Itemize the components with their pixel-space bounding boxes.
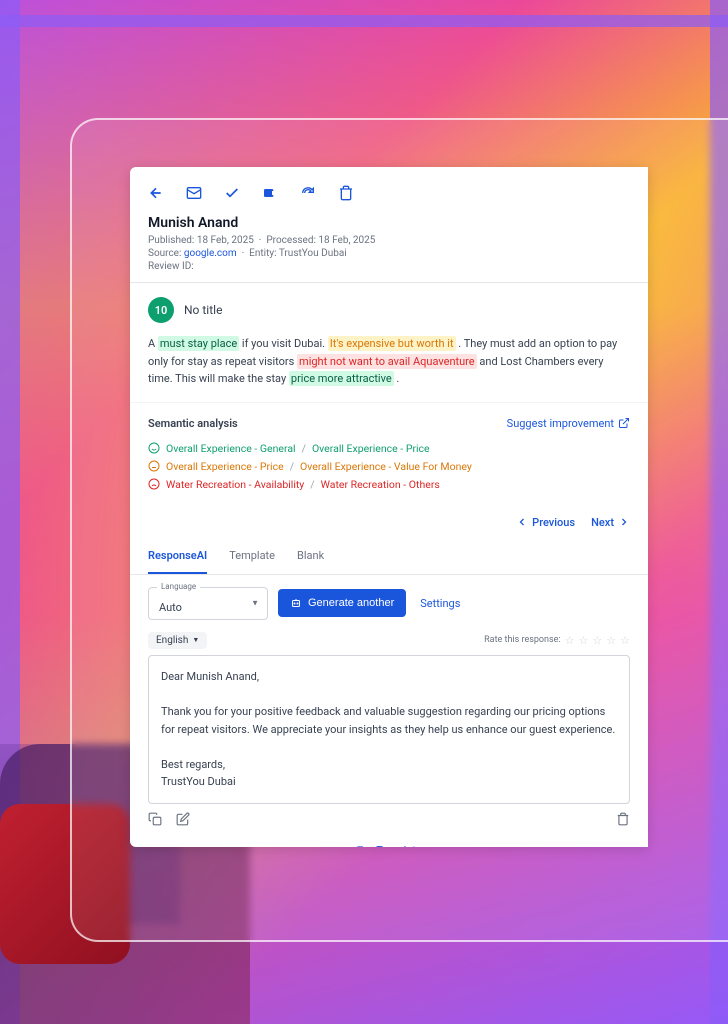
review-card: Munish Anand Published: 18 Feb, 2025 · P… — [130, 167, 648, 847]
previous-button[interactable]: Previous — [516, 516, 575, 529]
toolbar — [130, 167, 648, 215]
response-textarea[interactable]: Dear Munish Anand, Thank you for your po… — [148, 655, 630, 804]
tab-template[interactable]: Template — [229, 539, 275, 574]
review-body: 10 No title A must stay place if you vis… — [130, 283, 648, 402]
share-icon[interactable] — [300, 185, 316, 201]
source-link[interactable]: google.com — [184, 248, 237, 259]
score-row: 10 No title — [148, 297, 630, 323]
next-button[interactable]: Next — [591, 516, 630, 529]
highlight-negative: might not want to avail Aquaventure — [297, 354, 477, 369]
delete-icon[interactable] — [616, 812, 630, 826]
response-actions — [130, 804, 648, 834]
highlight-positive: price more attractive — [289, 371, 394, 386]
tag-icon[interactable] — [262, 185, 278, 201]
review-text: A must stay place if you visit Dubai. It… — [148, 335, 630, 388]
tab-blank[interactable]: Blank — [297, 539, 324, 574]
meh-icon — [148, 460, 160, 472]
review-header: Munish Anand Published: 18 Feb, 2025 · P… — [130, 215, 648, 283]
mail-icon[interactable] — [186, 185, 202, 201]
suggest-improvement-link[interactable]: Suggest improvement — [507, 417, 630, 430]
back-icon[interactable] — [148, 185, 164, 201]
tabs: ResponseAI Template Blank — [130, 539, 648, 575]
action-left — [148, 812, 190, 826]
robot-icon — [290, 597, 302, 609]
semantic-row-negative: Water Recreation - Availability / Water … — [148, 478, 630, 491]
review-title: No title — [184, 303, 222, 317]
external-link-icon — [618, 417, 630, 429]
star-icon[interactable]: ☆ — [565, 634, 575, 647]
language-chip[interactable]: English ▼ — [148, 632, 207, 649]
semantic-title: Semantic analysis — [148, 417, 238, 430]
edit-icon[interactable] — [176, 812, 190, 826]
star-icon[interactable]: ☆ — [579, 634, 589, 647]
reviewer-name: Munish Anand — [148, 215, 630, 231]
frown-icon — [148, 478, 160, 490]
score-badge: 10 — [148, 297, 174, 323]
star-icon[interactable]: ☆ — [606, 634, 616, 647]
star-icon[interactable]: ☆ — [592, 634, 602, 647]
highlight-positive: must stay place — [158, 336, 239, 351]
semantic-analysis: Semantic analysis Suggest improvement Ov… — [130, 402, 648, 506]
language-label: Language — [157, 582, 200, 591]
chevron-down-icon: ▼ — [192, 636, 199, 644]
svg-text:A: A — [359, 846, 362, 847]
copy-icon[interactable] — [148, 812, 162, 826]
semantic-row-neutral: Overall Experience - Price / Overall Exp… — [148, 460, 630, 473]
tab-responseai[interactable]: ResponseAI — [148, 539, 207, 574]
chevron-down-icon: ▼ — [251, 599, 259, 608]
chevron-left-icon — [516, 516, 528, 528]
meta-review-id: Review ID: — [148, 261, 630, 272]
highlight-neutral: It's expensive but worth it — [328, 336, 456, 351]
smile-icon — [148, 442, 160, 454]
meta-source: Source: google.com · Entity: TrustYou Du… — [148, 248, 630, 259]
compose-controls: Language Auto ▼ Generate another Setting… — [130, 575, 648, 632]
star-icon[interactable]: ☆ — [620, 634, 630, 647]
translate-icon: A文 — [356, 844, 370, 847]
semantic-header: Semantic analysis Suggest improvement — [148, 417, 630, 430]
response-meta: English ▼ Rate this response: ☆ ☆ ☆ ☆ ☆ — [130, 632, 648, 655]
meta-dates: Published: 18 Feb, 2025 · Processed: 18 … — [148, 235, 630, 246]
pager: Previous Next — [130, 506, 648, 539]
generate-another-button[interactable]: Generate another — [278, 589, 406, 617]
check-icon[interactable] — [224, 185, 240, 201]
language-select[interactable]: Language Auto ▼ — [148, 587, 268, 620]
semantic-row-positive: Overall Experience - General / Overall E… — [148, 442, 630, 455]
chevron-right-icon — [618, 516, 630, 528]
trash-icon[interactable] — [338, 185, 354, 201]
settings-link[interactable]: Settings — [420, 597, 460, 610]
rate-response: Rate this response: ☆ ☆ ☆ ☆ ☆ — [484, 634, 630, 647]
window-frame-top — [0, 15, 728, 27]
translate-button[interactable]: A文 Translate — [130, 834, 648, 847]
